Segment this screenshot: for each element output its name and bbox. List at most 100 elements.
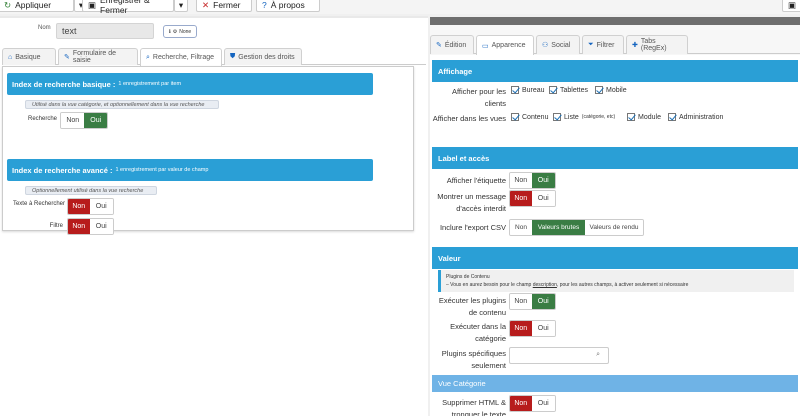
specific-plugins-input[interactable]: ⌕ xyxy=(509,347,609,364)
basic-index-header: Index de recherche basique : 1 enregistr… xyxy=(7,73,373,95)
search-no-option[interactable]: Non xyxy=(61,113,85,128)
gear-icon: ⚙ xyxy=(172,28,178,35)
about-button[interactable]: ? À propos xyxy=(256,0,320,12)
description-link[interactable]: description xyxy=(533,282,557,288)
csv-rendered-option[interactable]: Valeurs de rendu xyxy=(585,220,643,235)
value-section-header: Valeur xyxy=(432,247,798,269)
run-category-label: Exécuter dans la catégorie xyxy=(450,322,506,343)
run-plugins-toggle[interactable]: Non Oui xyxy=(509,293,556,310)
run-category-toggle[interactable]: Non Oui xyxy=(509,320,556,337)
run-plugins-label: Exécuter les plugins de contenu xyxy=(438,296,506,317)
filter-yes-option[interactable]: Oui xyxy=(89,219,113,234)
tab-regex[interactable]: ✚ Tabs (RegEx) xyxy=(626,35,688,54)
tab-filtrer[interactable]: ⏷ Filtrer xyxy=(582,35,624,54)
advanced-index-header: Index de recherche avancé : 1 enregistre… xyxy=(7,159,373,181)
checkbox-administration[interactable]: Administration xyxy=(668,113,723,121)
run-plugins-no-option[interactable]: Non xyxy=(510,294,532,309)
strip-html-label: Supprimer HTML & tronquer le texte xyxy=(442,398,506,416)
views-label: Afficher dans les vues xyxy=(432,114,506,123)
tab-recherche[interactable]: ⌕ Recherche, Filtrage xyxy=(140,48,222,66)
strip-html-yes-option[interactable]: Oui xyxy=(531,396,555,411)
tab-social[interactable]: ⚇ Social xyxy=(536,35,580,54)
puzzle-icon: ✚ xyxy=(632,42,638,49)
text-search-yes-option[interactable]: Oui xyxy=(89,199,113,214)
checkbox-liste[interactable]: Liste (catégorie, etc) xyxy=(553,113,615,121)
edit-icon: ✎ xyxy=(64,54,70,61)
access-message-no-option[interactable]: Non xyxy=(510,191,532,206)
refresh-icon: ↻ xyxy=(4,0,12,10)
strip-html-no-option[interactable]: Non xyxy=(510,396,532,411)
filter-icon: ⏷ xyxy=(588,41,594,48)
checkbox-checked-icon xyxy=(595,86,603,94)
checkbox-checked-icon xyxy=(553,113,561,121)
search-yes-option[interactable]: Oui xyxy=(84,113,107,128)
specific-plugins-label: Plugins spécifiques seulement xyxy=(441,349,506,370)
panel-divider xyxy=(430,17,800,25)
strip-html-toggle[interactable]: Non Oui xyxy=(509,395,556,412)
left-tabs: ⌂ Basique ✎ Formulaire de saisie ⌕ Reche… xyxy=(2,48,426,66)
name-label: Nom xyxy=(38,25,51,31)
show-label-label: Afficher l'étiquette xyxy=(446,176,506,185)
info-icon: ℹ xyxy=(168,28,171,35)
save-close-button[interactable]: ▣ Enregistrer & Fermer xyxy=(82,0,174,15)
toolbar: ↻ Appliquer ▾ ▣ Enregistrer & Fermer ▾ ✕… xyxy=(0,0,800,15)
checkbox-checked-icon xyxy=(627,113,635,121)
left-panel: Nom text ℹ ⚙ None ⌂ Basique ✎ Formulaire… xyxy=(0,18,428,416)
csv-export-toggle[interactable]: Non Valeurs brutes Valeurs de rendu xyxy=(509,219,644,236)
apply-button[interactable]: ↻ Appliquer xyxy=(0,0,74,12)
show-label-no-option[interactable]: Non xyxy=(510,173,532,188)
label-access-section-header: Label et accès xyxy=(432,147,798,169)
text-search-label: Texte à Rechercher xyxy=(12,201,65,207)
name-field[interactable]: text xyxy=(56,23,154,39)
advanced-index-note: Optionnellement utilisé dans la vue rech… xyxy=(25,186,157,195)
checkbox-module[interactable]: Module xyxy=(627,113,661,121)
close-button[interactable]: ✕ Fermer xyxy=(196,0,252,12)
checkbox-tablettes[interactable]: Tablettes xyxy=(549,86,588,94)
tab-formulaire[interactable]: ✎ Formulaire de saisie xyxy=(58,48,138,65)
clients-label: Afficher pour les clients xyxy=(451,87,506,108)
content-plugins-info: Plugins de Contenu – Vous en aurez besoi… xyxy=(438,270,794,292)
checkbox-checked-icon xyxy=(549,86,557,94)
field-type-badge[interactable]: ℹ ⚙ None xyxy=(163,25,197,38)
basic-index-note: Utilisé dans la vue catégorie, et option… xyxy=(25,100,219,109)
tab-droits[interactable]: ⛊ Gestion des droits xyxy=(224,48,302,65)
monitor-icon: ▭ xyxy=(482,42,489,50)
checkbox-checked-icon xyxy=(511,86,519,94)
filter-toggle[interactable]: Non Oui xyxy=(67,218,114,235)
text-search-no-option[interactable]: Non xyxy=(68,199,90,214)
csv-no-option[interactable]: Non xyxy=(510,220,532,235)
question-icon: ? xyxy=(262,0,267,10)
run-plugins-yes-option[interactable]: Oui xyxy=(531,294,555,309)
tab-apparence[interactable]: ▭ Apparence xyxy=(476,35,534,55)
checkbox-checked-icon xyxy=(668,113,676,121)
show-label-toggle[interactable]: Non Oui xyxy=(509,172,556,189)
run-category-yes-option[interactable]: Oui xyxy=(531,321,555,336)
save-icon: ▣ xyxy=(88,0,97,10)
checkbox-checked-icon xyxy=(511,113,519,121)
run-category-no-option[interactable]: Non xyxy=(510,321,532,336)
checkbox-bureau[interactable]: Bureau xyxy=(511,86,545,94)
name-row: Nom text ℹ ⚙ None xyxy=(0,22,428,40)
toolbar-right-button[interactable]: ▣ xyxy=(782,0,800,12)
tab-basique[interactable]: ⌂ Basique xyxy=(2,48,56,65)
category-view-section-header: Vue Catégorie xyxy=(432,375,798,392)
csv-raw-option[interactable]: Valeurs brutes xyxy=(532,220,585,235)
search-tab-content: Index de recherche basique : 1 enregistr… xyxy=(2,66,414,235)
users-icon: ⚇ xyxy=(542,42,549,49)
search-toggle[interactable]: Non Oui xyxy=(60,112,108,129)
edit-icon: ✎ xyxy=(436,42,442,49)
access-message-toggle[interactable]: Non Oui xyxy=(509,190,556,207)
text-search-toggle[interactable]: Non Oui xyxy=(67,198,114,215)
search-icon: ⌕ xyxy=(596,351,600,358)
access-message-yes-option[interactable]: Oui xyxy=(531,191,555,206)
checkbox-contenu[interactable]: Contenu xyxy=(511,113,548,121)
save-dropdown-button[interactable]: ▾ xyxy=(174,0,188,12)
checkbox-mobile[interactable]: Mobile xyxy=(595,86,627,94)
caret-down-icon: ▾ xyxy=(178,0,184,10)
filter-no-option[interactable]: Non xyxy=(68,219,90,234)
home-icon: ⌂ xyxy=(8,53,13,61)
show-label-yes-option[interactable]: Oui xyxy=(531,173,555,188)
tab-edition[interactable]: ✎ Édition xyxy=(430,35,474,54)
save-icon: ▣ xyxy=(787,0,797,10)
filter-label: Filtre xyxy=(49,223,63,229)
